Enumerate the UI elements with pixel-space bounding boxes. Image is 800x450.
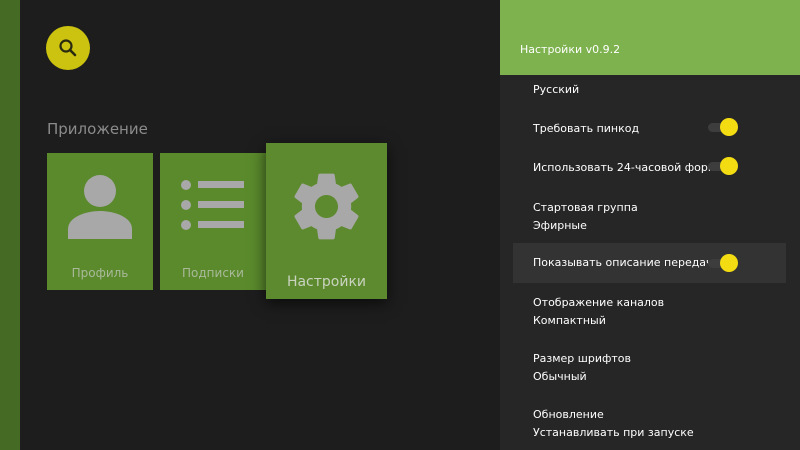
tile-settings[interactable]: Настройки [266,143,387,299]
setting-update[interactable]: Обновление Устанавливать при запуске [513,402,786,446]
setting-value: Эфирные [533,219,587,232]
setting-label: Требовать пинкод [533,122,640,135]
setting-start-group[interactable]: Стартовая группа Эфирные [513,194,786,238]
tile-subscriptions-label: Подписки [182,266,244,280]
setting-language[interactable]: Русский [513,76,786,106]
settings-panel-header: Настройки v0.9.2 [500,0,800,75]
tile-settings-label: Настройки [286,274,367,290]
toggle-thumb [720,118,738,136]
toggle-switch[interactable] [708,118,738,136]
setting-24h-format[interactable]: Использовать 24-часовой формат [513,151,786,181]
setting-label: Размер шрифтов [533,352,631,365]
search-button[interactable] [46,26,90,70]
toggle-switch[interactable] [708,254,738,272]
screen: Приложение Профиль Подписки Настройки На… [0,0,800,450]
setting-label: Использовать 24-часовой формат [533,161,730,174]
gear-icon [294,173,359,240]
left-edge-strip [0,0,20,450]
setting-value: Устанавливать при запуске [533,426,694,439]
settings-panel-title: Настройки v0.9.2 [520,43,621,56]
tile-profile[interactable]: Профиль [47,153,153,290]
tile-subscriptions[interactable]: Подписки [160,153,266,290]
setting-label: Показывать описание передач [533,256,713,269]
toggle-thumb [720,254,738,272]
settings-panel: Настройки v0.9.2 Русский Требовать пинко… [500,0,800,450]
setting-label: Русский [533,83,580,96]
setting-channel-display[interactable]: Отображение каналов Компактный [513,290,786,334]
person-icon [68,175,132,239]
setting-font-size[interactable]: Размер шрифтов Обычный [513,346,786,390]
setting-value: Обычный [533,370,587,383]
tile-profile-label: Профиль [71,266,129,280]
list-icon [181,180,244,230]
setting-label: Стартовая группа [533,201,638,214]
setting-label: Обновление [533,408,604,421]
setting-label: Отображение каналов [533,296,665,309]
section-title: Приложение [47,120,148,138]
setting-require-pin[interactable]: Требовать пинкод [513,112,786,142]
search-icon [59,39,77,57]
setting-value: Компактный [533,314,606,327]
toggle-switch[interactable] [708,157,738,175]
setting-show-descriptions[interactable]: Показывать описание передач [513,243,786,283]
toggle-thumb [720,157,738,175]
